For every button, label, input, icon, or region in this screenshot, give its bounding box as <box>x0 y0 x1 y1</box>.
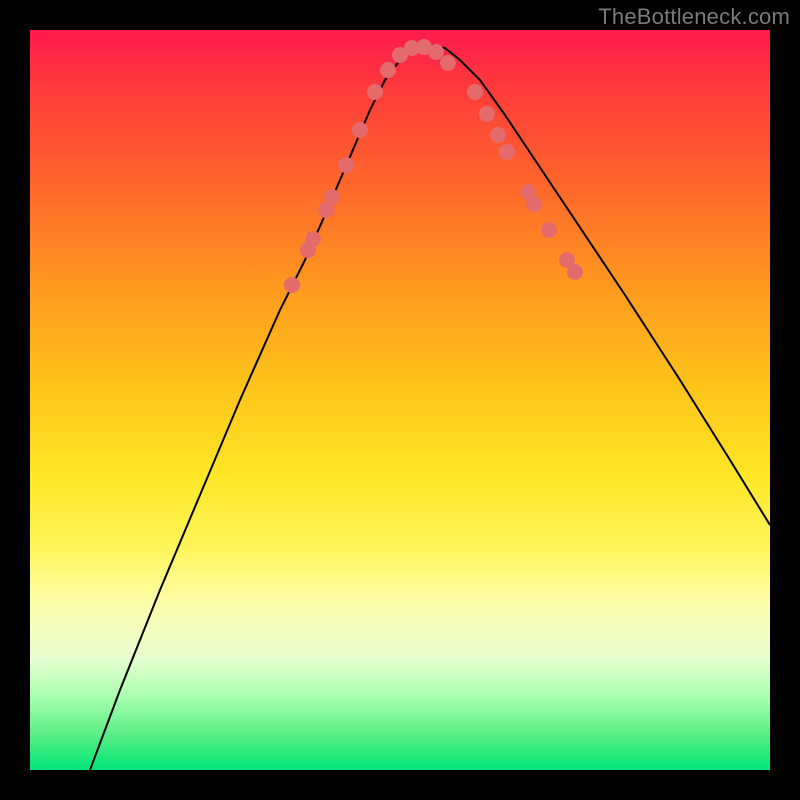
highlight-dot <box>324 189 340 205</box>
highlight-dot <box>380 62 396 78</box>
highlight-dot <box>479 106 495 122</box>
highlight-dot <box>440 55 456 71</box>
highlight-dot <box>284 277 300 293</box>
highlight-dot <box>467 84 483 100</box>
curve-svg <box>30 30 770 770</box>
highlight-dot <box>338 157 354 173</box>
highlight-dot <box>567 264 583 280</box>
highlight-dot <box>490 127 506 143</box>
highlight-dot <box>499 144 515 160</box>
highlight-dot <box>305 231 321 247</box>
highlight-dot <box>352 122 368 138</box>
bottleneck-curve <box>90 45 770 770</box>
chart-frame: TheBottleneck.com <box>0 0 800 800</box>
highlight-dot <box>526 196 542 212</box>
plot-area <box>30 30 770 770</box>
highlight-dot <box>367 84 383 100</box>
highlight-dot <box>428 44 444 60</box>
watermark-text: TheBottleneck.com <box>598 4 790 30</box>
highlight-dot <box>541 222 557 238</box>
